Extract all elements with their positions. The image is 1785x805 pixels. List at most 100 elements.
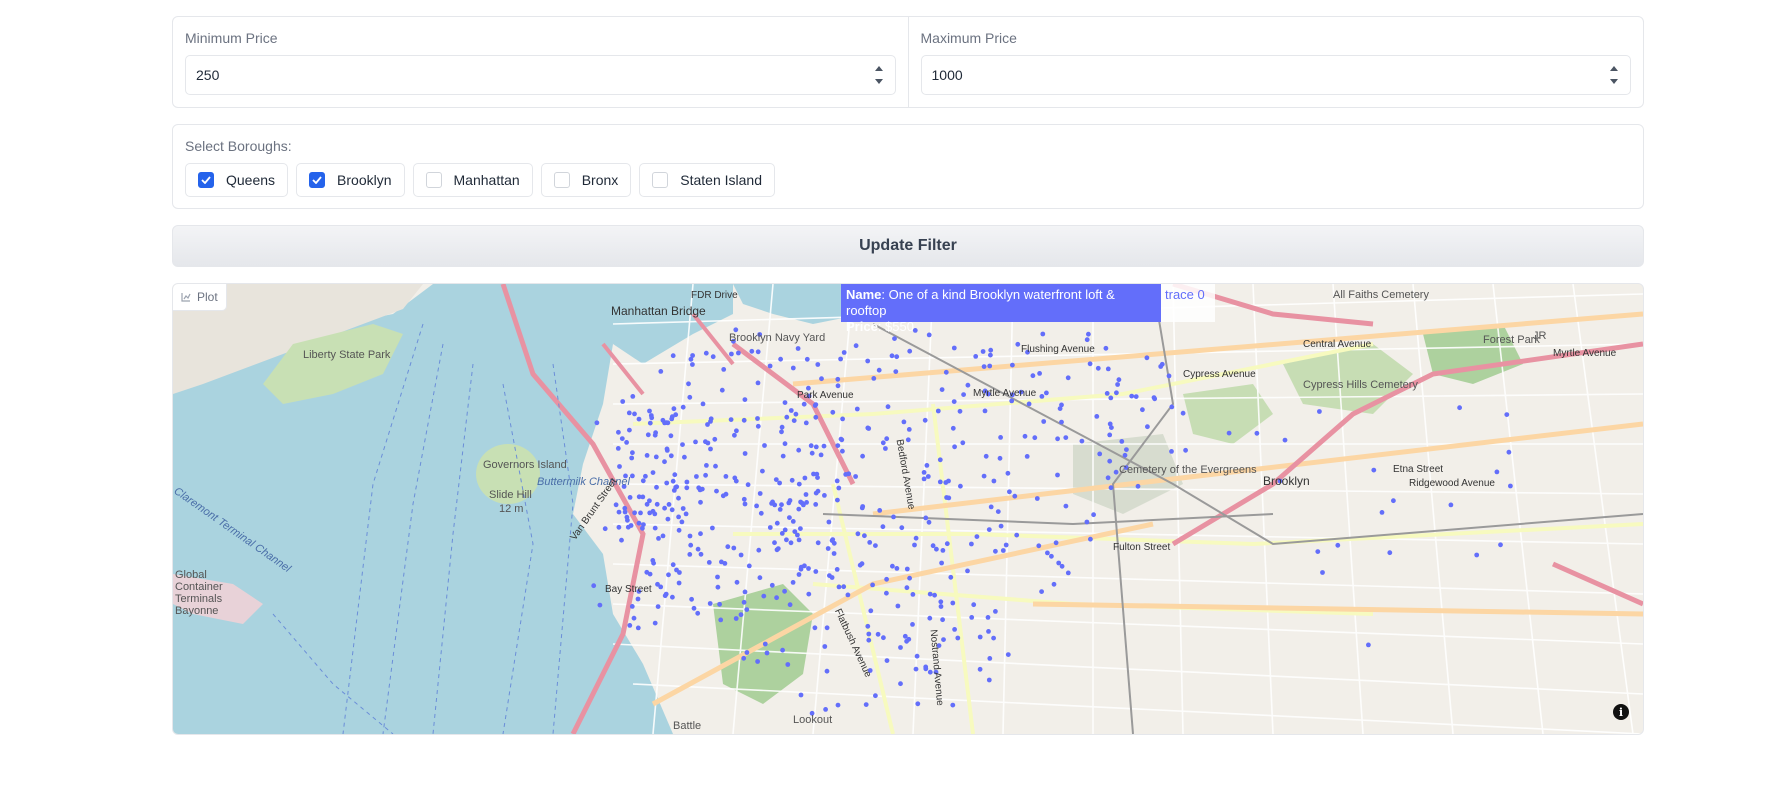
listing-marker[interactable]	[647, 510, 653, 516]
listing-marker[interactable]	[796, 481, 802, 487]
listing-marker[interactable]	[835, 376, 841, 382]
listing-marker[interactable]	[1059, 563, 1065, 569]
listing-marker[interactable]	[687, 533, 693, 539]
listing-marker[interactable]	[812, 625, 818, 631]
listing-marker[interactable]	[777, 507, 783, 512]
listing-marker[interactable]	[961, 392, 966, 397]
listing-marker[interactable]	[640, 478, 646, 484]
listing-marker[interactable]	[1180, 410, 1186, 416]
listing-marker[interactable]	[715, 584, 721, 590]
listing-marker[interactable]	[786, 500, 792, 506]
listing-marker[interactable]	[881, 635, 886, 641]
listing-marker[interactable]	[742, 451, 748, 456]
listing-marker[interactable]	[898, 681, 903, 687]
listing-marker[interactable]	[1158, 364, 1164, 369]
listing-marker[interactable]	[625, 517, 630, 523]
listing-marker[interactable]	[591, 583, 597, 589]
listing-marker[interactable]	[635, 625, 641, 631]
listing-marker[interactable]	[937, 457, 943, 463]
listing-marker[interactable]	[1226, 430, 1232, 436]
listing-marker[interactable]	[941, 637, 946, 642]
listing-marker[interactable]	[876, 367, 882, 373]
listing-marker[interactable]	[787, 515, 792, 520]
listing-marker[interactable]	[712, 436, 718, 442]
listing-marker[interactable]	[729, 351, 734, 357]
listing-marker[interactable]	[831, 551, 837, 556]
listing-marker[interactable]	[841, 584, 847, 590]
listing-marker[interactable]	[1007, 489, 1012, 495]
listing-marker[interactable]	[1498, 542, 1503, 548]
listing-marker[interactable]	[835, 443, 841, 448]
listing-marker[interactable]	[796, 506, 802, 512]
listing-marker[interactable]	[761, 593, 767, 599]
listing-marker[interactable]	[719, 559, 724, 565]
listing-marker[interactable]	[1391, 498, 1396, 504]
listing-marker[interactable]	[627, 623, 633, 628]
listing-marker[interactable]	[907, 575, 912, 581]
listing-marker[interactable]	[749, 348, 755, 354]
listing-marker[interactable]	[1109, 425, 1114, 430]
listing-marker[interactable]	[965, 382, 971, 388]
listing-marker[interactable]	[644, 453, 650, 458]
listing-marker[interactable]	[939, 560, 944, 566]
listing-marker[interactable]	[631, 615, 637, 621]
listing-marker[interactable]	[689, 596, 694, 602]
listing-marker[interactable]	[788, 408, 794, 413]
listing-marker[interactable]	[662, 505, 667, 511]
listing-marker[interactable]	[1084, 519, 1090, 525]
listing-marker[interactable]	[782, 400, 788, 405]
listing-marker[interactable]	[1335, 542, 1341, 548]
listing-marker[interactable]	[815, 475, 820, 480]
listing-marker[interactable]	[924, 463, 930, 468]
listing-marker[interactable]	[643, 473, 648, 479]
listing-marker[interactable]	[801, 401, 807, 407]
min-price-input[interactable]: 250	[185, 55, 896, 95]
listing-marker[interactable]	[1116, 377, 1122, 383]
listing-marker[interactable]	[935, 408, 941, 414]
listing-marker[interactable]	[1005, 652, 1011, 657]
listing-marker[interactable]	[808, 443, 814, 449]
listing-marker[interactable]	[1506, 449, 1512, 455]
listing-marker[interactable]	[914, 653, 920, 659]
listing-marker[interactable]	[660, 533, 666, 539]
chevron-up-icon[interactable]	[1610, 66, 1618, 71]
listing-marker[interactable]	[824, 625, 830, 631]
listing-marker[interactable]	[684, 479, 690, 485]
listing-marker[interactable]	[1474, 552, 1480, 558]
listing-marker[interactable]	[674, 567, 679, 573]
listing-marker[interactable]	[809, 450, 815, 456]
listing-marker[interactable]	[1034, 496, 1040, 501]
listing-marker[interactable]	[742, 589, 748, 595]
listing-marker[interactable]	[669, 416, 675, 422]
listing-marker[interactable]	[687, 394, 693, 400]
listing-marker[interactable]	[939, 387, 945, 392]
listing-marker[interactable]	[826, 519, 832, 525]
listing-marker[interactable]	[868, 608, 874, 614]
listing-marker[interactable]	[866, 631, 872, 637]
checkbox[interactable]	[425, 172, 442, 188]
listing-marker[interactable]	[655, 604, 661, 609]
listing-marker[interactable]	[688, 542, 694, 548]
listing-marker[interactable]	[912, 542, 917, 548]
listing-marker[interactable]	[834, 478, 840, 484]
listing-marker[interactable]	[734, 428, 739, 434]
listing-marker[interactable]	[1063, 435, 1069, 440]
listing-marker[interactable]	[782, 527, 788, 533]
listing-marker[interactable]	[925, 474, 931, 479]
listing-marker[interactable]	[787, 602, 793, 608]
listing-marker[interactable]	[707, 601, 713, 606]
listing-marker[interactable]	[981, 473, 987, 479]
listing-marker[interactable]	[731, 545, 737, 551]
listing-marker[interactable]	[988, 504, 994, 510]
listing-marker[interactable]	[647, 571, 653, 577]
listing-marker[interactable]	[1166, 373, 1172, 379]
listing-marker[interactable]	[932, 592, 937, 598]
listing-marker[interactable]	[687, 552, 693, 557]
listing-marker[interactable]	[720, 493, 726, 499]
listing-marker[interactable]	[893, 369, 899, 374]
listing-marker[interactable]	[738, 552, 744, 558]
listing-marker[interactable]	[691, 605, 697, 611]
listing-marker[interactable]	[905, 437, 911, 443]
listing-marker[interactable]	[1504, 412, 1510, 417]
listing-marker[interactable]	[630, 394, 636, 399]
